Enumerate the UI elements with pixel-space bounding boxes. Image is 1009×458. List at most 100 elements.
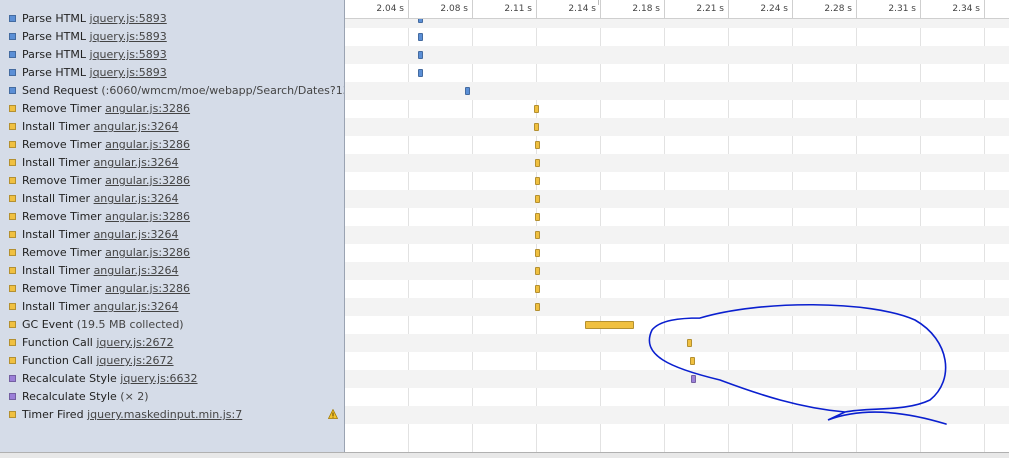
source-link[interactable]: angular.js:3286 <box>105 138 190 151</box>
record-label: Remove Timer angular.js:3286 <box>22 136 190 154</box>
category-swatch-icon <box>9 357 16 364</box>
timeline-row <box>345 334 1009 352</box>
warning-icon <box>328 409 338 419</box>
source-link[interactable]: jquery.js:5893 <box>90 30 167 43</box>
source-link[interactable]: angular.js:3264 <box>94 228 179 241</box>
bottom-toolbar <box>0 452 1009 458</box>
source-link[interactable]: angular.js:3264 <box>94 264 179 277</box>
source-link[interactable]: angular.js:3264 <box>94 156 179 169</box>
record-row[interactable]: Recalculate Style (× 2) <box>0 388 344 406</box>
source-link[interactable]: jquery.js:6632 <box>120 372 197 385</box>
record-row[interactable]: Parse HTML jquery.js:5893 <box>0 64 344 82</box>
record-row[interactable]: Install Timer angular.js:3264 <box>0 226 344 244</box>
record-row[interactable]: Install Timer angular.js:3264 <box>0 262 344 280</box>
source-link[interactable]: angular.js:3264 <box>94 300 179 313</box>
record-bar[interactable] <box>534 249 540 257</box>
record-row[interactable]: Install Timer angular.js:3264 <box>0 190 344 208</box>
category-swatch-icon <box>9 177 16 184</box>
record-row[interactable]: Remove Timer angular.js:3286 <box>0 280 344 298</box>
record-row[interactable]: Send Request (:6060/wmcm/moe/webapp/Sear… <box>0 82 344 100</box>
source-link[interactable]: jquery.js:2672 <box>96 336 173 349</box>
record-bar[interactable] <box>534 141 540 149</box>
source-link[interactable]: jquery.maskedinput.min.js:7 <box>87 408 242 421</box>
record-bar[interactable] <box>534 267 540 275</box>
source-link[interactable]: angular.js:3264 <box>94 120 179 133</box>
source-link[interactable]: angular.js:3286 <box>105 246 190 259</box>
timeline-row <box>345 172 1009 190</box>
record-title: Recalculate Style <box>22 372 117 385</box>
record-label: Install Timer angular.js:3264 <box>22 190 179 208</box>
record-row[interactable]: Function Call jquery.js:2672 <box>0 352 344 370</box>
record-title: Remove Timer <box>22 210 102 223</box>
record-bar[interactable] <box>465 87 471 95</box>
record-bar[interactable] <box>534 213 540 221</box>
record-row[interactable]: Remove Timer angular.js:3286 <box>0 244 344 262</box>
record-bar[interactable] <box>534 231 540 239</box>
category-swatch-icon <box>9 321 16 328</box>
record-row[interactable]: Install Timer angular.js:3264 <box>0 154 344 172</box>
record-row[interactable]: Timer Fired jquery.maskedinput.min.js:7 <box>0 406 344 424</box>
source-link[interactable]: jquery.js:5893 <box>90 66 167 79</box>
category-swatch-icon <box>9 123 16 130</box>
record-label: Install Timer angular.js:3264 <box>22 298 179 316</box>
category-swatch-icon <box>9 33 16 40</box>
record-row[interactable]: Remove Timer angular.js:3286 <box>0 100 344 118</box>
source-link[interactable]: jquery.js:2672 <box>96 354 173 367</box>
record-bar[interactable] <box>689 357 695 365</box>
source-link[interactable]: angular.js:3286 <box>105 282 190 295</box>
record-row[interactable]: Parse HTML jquery.js:5893 <box>0 46 344 64</box>
record-label: Install Timer angular.js:3264 <box>22 154 179 172</box>
record-bar[interactable] <box>417 69 423 77</box>
record-bar[interactable] <box>534 177 540 185</box>
record-row[interactable]: Recalculate Style jquery.js:6632 <box>0 370 344 388</box>
record-row[interactable]: Remove Timer angular.js:3286 <box>0 136 344 154</box>
source-link[interactable]: angular.js:3286 <box>105 102 190 115</box>
record-title: Install Timer <box>22 300 91 313</box>
record-label: Remove Timer angular.js:3286 <box>22 244 190 262</box>
records-panel: Parse HTML jquery.js:5893 Parse HTML jque… <box>0 0 345 452</box>
record-label: Parse HTML jquery.js:5893 <box>22 64 167 82</box>
record-label: Parse HTML jquery.js:5893 <box>22 10 167 28</box>
record-row[interactable]: Remove Timer angular.js:3286 <box>0 172 344 190</box>
record-label: GC Event (19.5 MB collected) <box>22 316 184 334</box>
category-swatch-icon <box>9 375 16 382</box>
record-row[interactable]: Install Timer angular.js:3264 <box>0 118 344 136</box>
timeline-row <box>345 208 1009 226</box>
category-swatch-icon <box>9 15 16 22</box>
record-bar[interactable] <box>534 303 540 311</box>
ruler-tick-label: 2.18 s <box>632 4 660 14</box>
source-link[interactable]: jquery.js:5893 <box>90 12 167 25</box>
record-row[interactable]: GC Event (19.5 MB collected) <box>0 316 344 334</box>
record-title: Function Call <box>22 336 93 349</box>
source-link[interactable]: angular.js:3286 <box>105 174 190 187</box>
record-title: Remove Timer <box>22 138 102 151</box>
source-link[interactable]: angular.js:3286 <box>105 210 190 223</box>
record-label: Recalculate Style jquery.js:6632 <box>22 370 198 388</box>
record-bar[interactable] <box>534 285 540 293</box>
source-link[interactable]: angular.js:3264 <box>94 192 179 205</box>
source-link[interactable]: jquery.js:5893 <box>90 48 167 61</box>
record-bar[interactable] <box>534 105 540 113</box>
record-bar[interactable] <box>417 51 423 59</box>
ruler-tick-label: 2.34 s <box>952 4 980 14</box>
ruler-tick-label: 2.31 s <box>888 4 916 14</box>
ruler-tick-label: 2.14 s <box>568 4 596 14</box>
record-bar[interactable] <box>417 33 423 41</box>
record-row[interactable]: Install Timer angular.js:3264 <box>0 298 344 316</box>
ruler-tick <box>856 0 857 18</box>
record-row[interactable]: Remove Timer angular.js:3286 <box>0 208 344 226</box>
record-row[interactable]: Parse HTML jquery.js:5893 <box>0 10 344 28</box>
category-swatch-icon <box>9 87 16 94</box>
record-title: GC Event <box>22 318 74 331</box>
record-bar[interactable] <box>534 195 540 203</box>
record-row[interactable]: Function Call jquery.js:2672 <box>0 334 344 352</box>
record-bar[interactable] <box>687 339 693 347</box>
timeline-panel: 2.04 s 2.08 s 2.11 s 2.14 s 2.18 s 2.21 s 2.24… <box>345 0 1009 452</box>
record-bar[interactable] <box>534 159 540 167</box>
record-row[interactable]: Parse HTML jquery.js:5893 <box>0 28 344 46</box>
record-bar[interactable] <box>690 375 696 383</box>
record-bar[interactable] <box>534 123 540 131</box>
record-title: Timer Fired <box>22 408 84 421</box>
timeline-row <box>345 280 1009 298</box>
record-bar[interactable] <box>585 321 635 329</box>
